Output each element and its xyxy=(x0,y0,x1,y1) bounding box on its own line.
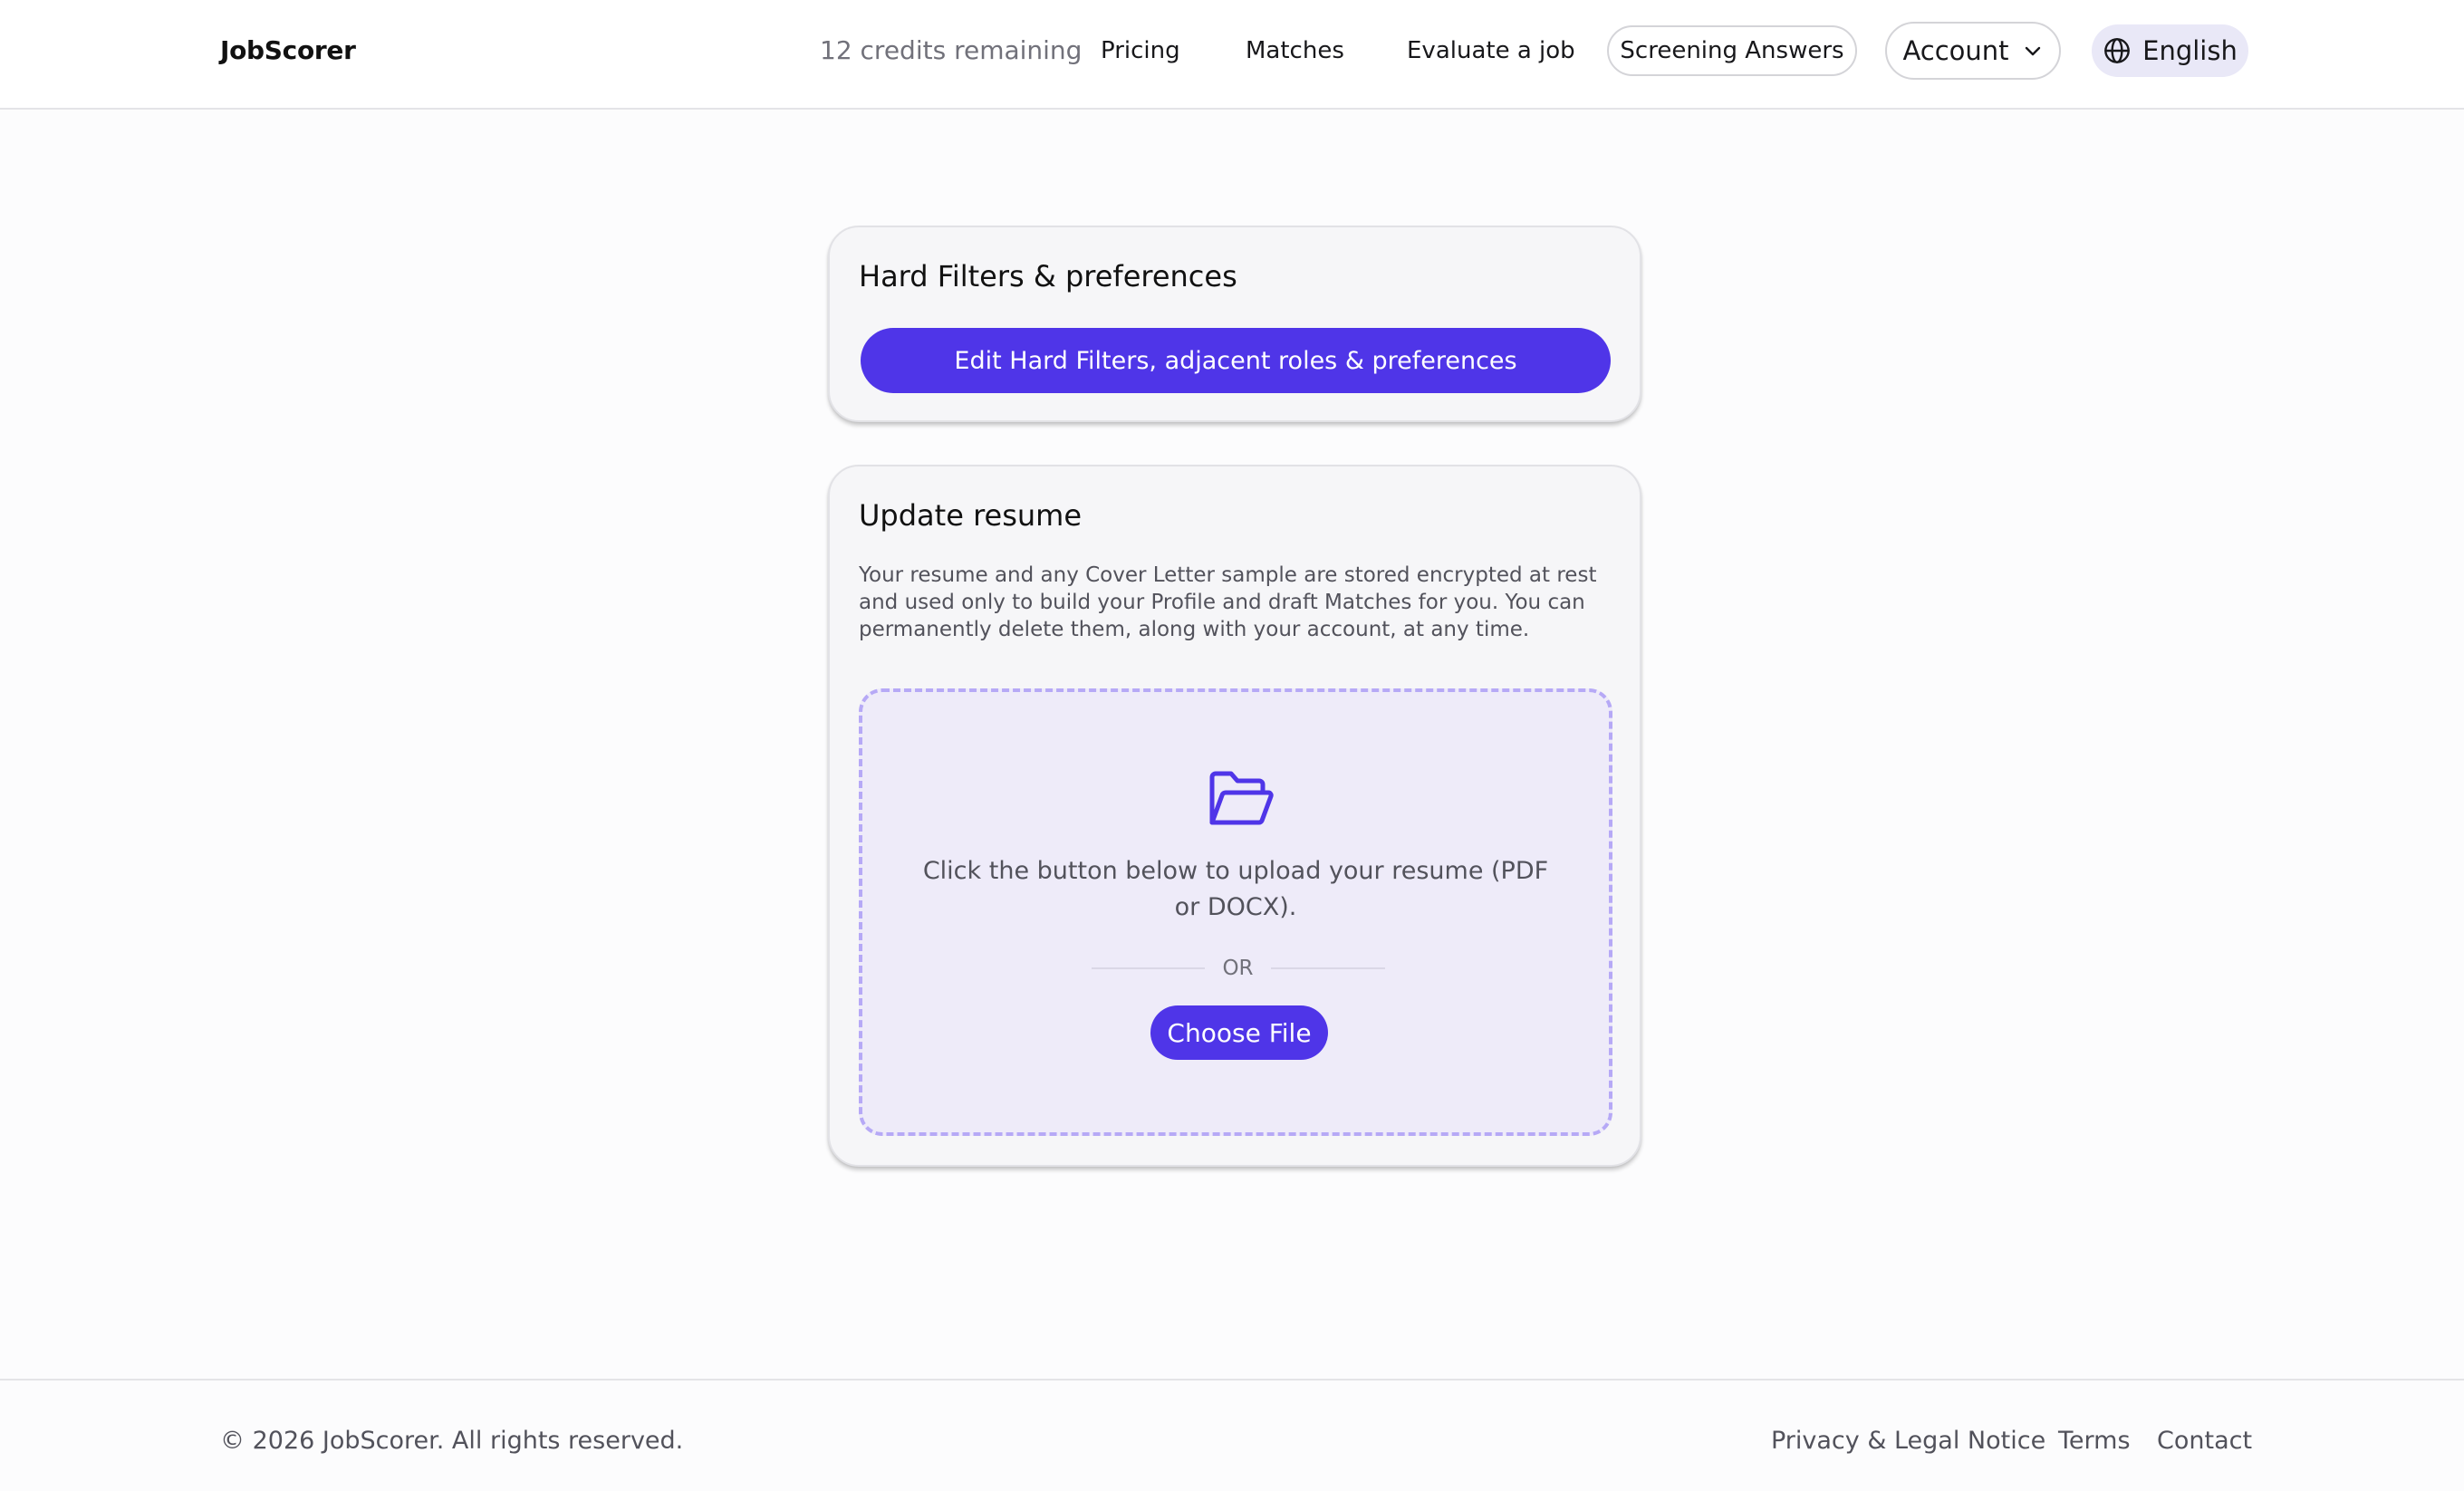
hard-filters-card: Hard Filters & preferences Edit Hard Fil… xyxy=(828,226,1641,422)
contact-link[interactable]: Contact xyxy=(2157,1425,2252,1457)
or-divider-left xyxy=(1092,967,1205,969)
or-divider-right xyxy=(1271,967,1385,969)
credits-remaining: 12 credits remaining xyxy=(820,35,1083,65)
language-label: English xyxy=(2142,35,2238,66)
page-footer: © 2026 JobScorer. All rights reserved. P… xyxy=(0,1379,2464,1491)
top-navbar: JobScorer 12 credits remaining Pricing M… xyxy=(0,0,2464,110)
copyright-text: © 2026 JobScorer. All rights reserved. xyxy=(220,1427,684,1455)
terms-link[interactable]: Terms xyxy=(2058,1425,2131,1457)
chevron-down-icon xyxy=(2025,46,2040,56)
choose-file-button[interactable]: Choose File xyxy=(1150,1005,1328,1060)
resume-privacy-description: Your resume and any Cover Letter sample … xyxy=(859,563,1597,641)
screening-answers-label: Screening Answers xyxy=(1620,37,1844,64)
account-label: Account xyxy=(1902,35,2009,66)
brand-logo[interactable]: JobScorer xyxy=(220,33,356,69)
choose-file-label: Choose File xyxy=(1167,1017,1312,1048)
folder-open-icon xyxy=(1209,771,1274,825)
account-dropdown-button[interactable]: Account xyxy=(1885,22,2061,80)
nav-evaluate-job-link[interactable]: Evaluate a job xyxy=(1407,33,1575,69)
edit-hard-filters-button[interactable]: Edit Hard Filters, adjacent roles & pref… xyxy=(861,328,1611,393)
upload-instruction-text: Click the button below to upload your re… xyxy=(922,857,1549,921)
language-selector-button[interactable]: English xyxy=(2092,24,2248,77)
privacy-legal-link[interactable]: Privacy & Legal Notice xyxy=(1771,1425,2045,1457)
or-label: OR xyxy=(1222,957,1254,980)
nav-matches-link[interactable]: Matches xyxy=(1246,33,1344,69)
resume-upload-dropzone[interactable]: Click the button below to upload your re… xyxy=(859,688,1612,1136)
screening-answers-button[interactable]: Screening Answers xyxy=(1607,25,1857,76)
nav-pricing-link[interactable]: Pricing xyxy=(1101,33,1180,69)
edit-hard-filters-label: Edit Hard Filters, adjacent roles & pref… xyxy=(954,346,1517,375)
hard-filters-title: Hard Filters & preferences xyxy=(859,259,1237,293)
globe-icon xyxy=(2104,38,2131,63)
update-resume-card: Update resume Your resume and any Cover … xyxy=(828,465,1641,1167)
update-resume-title: Update resume xyxy=(859,498,1083,533)
